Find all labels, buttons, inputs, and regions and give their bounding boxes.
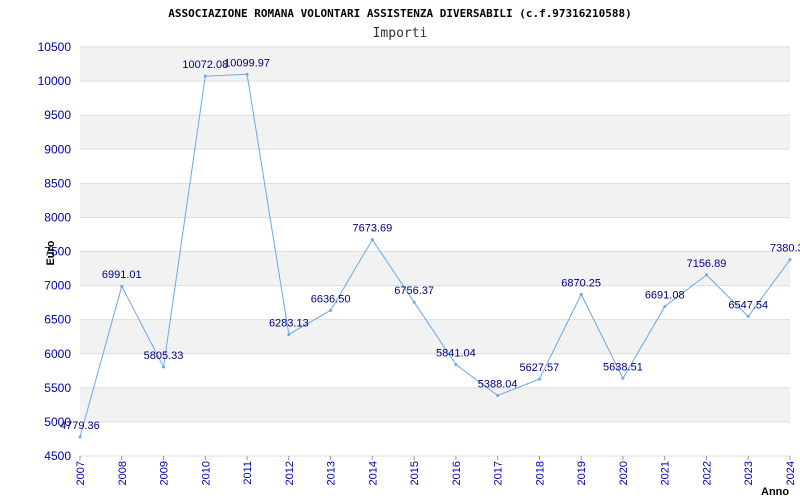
data-label: 7156.89: [687, 258, 727, 270]
x-tick-label: 2013: [326, 461, 338, 485]
data-label: 5638.51: [603, 361, 643, 373]
x-tick-label: 2014: [367, 461, 379, 485]
y-tick-label: 7000: [44, 279, 71, 293]
x-tick-label: 2008: [117, 461, 129, 485]
data-label: 6870.25: [561, 277, 601, 289]
grid-bands: [80, 47, 790, 422]
data-point: [162, 365, 166, 369]
grid-band: [80, 251, 790, 286]
data-point: [329, 308, 333, 312]
y-tick-label: 6500: [44, 313, 71, 327]
data-point: [412, 300, 416, 304]
data-label: 6756.37: [394, 285, 434, 297]
y-tick-label: 9000: [44, 142, 71, 156]
data-point: [78, 435, 82, 439]
data-labels: 4779.36 6991.01 5805.33 10072.0810099.97 628…: [60, 57, 800, 432]
data-label: 6636.50: [311, 293, 351, 305]
data-point: [579, 292, 583, 296]
data-label: 6991.01: [102, 269, 142, 281]
data-label: 5841.04: [436, 348, 476, 360]
x-tick-label: 2022: [701, 461, 713, 485]
data-point: [245, 72, 249, 76]
data-point: [663, 305, 667, 309]
x-tick-label: 2010: [200, 461, 212, 485]
x-tick-label: 2017: [493, 461, 505, 485]
data-label: 4779.36: [60, 420, 100, 432]
x-tick-label: 2023: [743, 461, 755, 485]
grid-band: [80, 183, 790, 218]
data-label: 10072.08: [182, 59, 228, 71]
x-tick-label: 2019: [576, 461, 588, 485]
data-label: 5805.33: [144, 350, 184, 362]
y-tick-label: 10500: [38, 40, 72, 54]
grid-band: [80, 115, 790, 150]
data-label: 7673.69: [352, 223, 392, 235]
y-axis-label: Euro: [45, 240, 57, 265]
x-axis-label: Anno: [761, 486, 789, 498]
chart-container: ASSOCIAZIONE ROMANA VOLONTARI ASSISTENZA…: [0, 0, 800, 500]
line-chart: ASSOCIAZIONE ROMANA VOLONTARI ASSISTENZA…: [38, 7, 800, 498]
y-tick-label: 10000: [38, 74, 72, 88]
x-tick-label: 2009: [159, 461, 171, 485]
x-tick-label: 2021: [660, 461, 672, 485]
data-label: 10099.97: [224, 57, 270, 69]
y-tick-label: 5500: [44, 381, 71, 395]
x-tick-label: 2012: [284, 461, 296, 485]
data-label: 6547.54: [728, 299, 768, 311]
data-point: [203, 74, 207, 78]
data-label: 5627.57: [520, 362, 560, 374]
data-point: [287, 332, 291, 336]
data-point: [496, 393, 500, 397]
data-point: [120, 284, 124, 288]
x-tick-label: 2016: [451, 461, 463, 485]
chart-subtitle: Importi: [373, 26, 428, 41]
data-point: [621, 376, 625, 380]
chart-title: ASSOCIAZIONE ROMANA VOLONTARI ASSISTENZA…: [168, 7, 632, 20]
grid-band: [80, 387, 790, 422]
y-tick-label: 9500: [44, 108, 71, 122]
data-point: [704, 273, 708, 277]
y-tick-label: 8500: [44, 176, 71, 190]
data-label: 6283.13: [269, 317, 309, 329]
x-tick-label: 2024: [785, 461, 797, 485]
data-point: [746, 314, 750, 318]
x-tick-label: 2007: [75, 461, 87, 485]
data-point: [370, 238, 374, 242]
x-tick-label: 2018: [534, 461, 546, 485]
data-label: 7380.3: [770, 243, 800, 255]
x-tick-label: 2015: [409, 461, 421, 485]
x-tick-label: 2011: [242, 461, 254, 485]
data-point: [537, 377, 541, 381]
x-tick-label: 2020: [618, 461, 630, 485]
data-point: [454, 363, 458, 367]
y-tick-label: 6000: [44, 347, 71, 361]
y-tick-label: 8000: [44, 210, 71, 224]
x-axis-ticks: 2007 2008 2009 2010 2011 2012 2013 2014 2015 2016…: [75, 456, 797, 485]
data-label: 5388.04: [478, 378, 518, 390]
data-label: 6691.08: [645, 290, 685, 302]
data-point: [788, 258, 792, 262]
y-tick-label: 4500: [44, 449, 71, 463]
